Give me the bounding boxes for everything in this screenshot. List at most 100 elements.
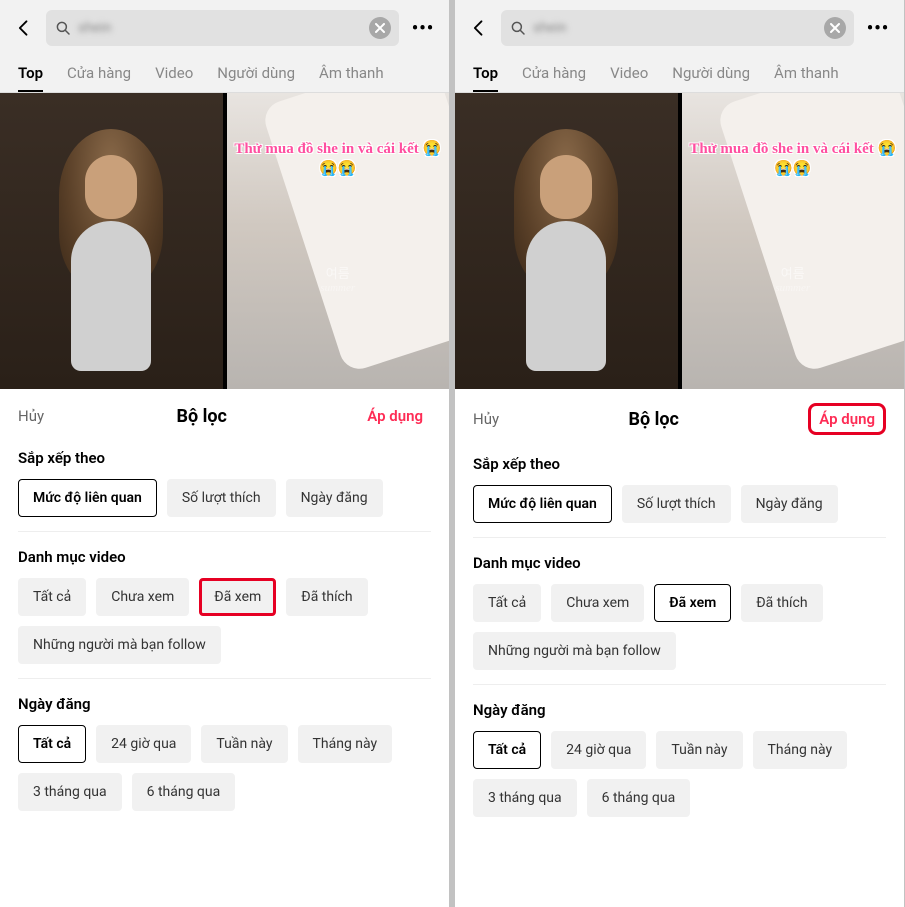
search-text-blurred: shein (533, 20, 818, 36)
tab-top[interactable]: Top (18, 56, 43, 92)
tab-cửa-hàng[interactable]: Cửa hàng (522, 56, 586, 92)
search-input[interactable]: shein (501, 10, 854, 46)
video-thumbnail[interactable] (0, 93, 223, 389)
filter-chip[interactable]: Ngày đăng (286, 479, 383, 517)
filter-bottom-sheet: Hủy Bộ lọc Áp dụng Sắp xếp theo Mức độ li… (0, 389, 449, 907)
tab-video[interactable]: Video (610, 56, 648, 92)
tab-cửa-hàng[interactable]: Cửa hàng (67, 56, 131, 92)
filter-section-title: Sắp xếp theo (473, 455, 886, 473)
filter-chip[interactable]: Đã thích (741, 584, 822, 622)
divider (18, 678, 431, 679)
filter-chip[interactable]: Tất cả (18, 725, 86, 763)
video-results-row: Thử mua đồ she in và cái kết 😭😭😭 여름 summ… (455, 93, 904, 389)
more-icon[interactable]: ••• (409, 18, 437, 39)
filter-chip[interactable]: Những người mà bạn follow (473, 632, 676, 670)
search-tabs: Top Cửa hàng Video Người dùng Âm thanh (0, 52, 449, 93)
person-silhouette (496, 121, 636, 389)
search-tabs: Top Cửa hàng Video Người dùng Âm thanh (455, 52, 904, 93)
filter-chip-group: Tất cả Chưa xem Đã xem Đã thích Những người … (473, 584, 886, 670)
tab-âm-thanh[interactable]: Âm thanh (774, 56, 839, 92)
filter-chip[interactable]: Tất cả (18, 578, 86, 616)
filter-chip[interactable]: Tháng này (298, 725, 393, 763)
tab-người-dùng[interactable]: Người dùng (672, 56, 750, 92)
filter-section-title: Ngày đăng (473, 701, 886, 719)
filter-chip[interactable]: Tất cả (473, 731, 541, 769)
video-thumbnail[interactable] (455, 93, 678, 389)
cancel-button[interactable]: Hủy (473, 410, 499, 428)
filter-chip-group: Mức độ liên quan Số lượt thích Ngày đăng (18, 479, 431, 517)
back-icon[interactable] (467, 16, 491, 40)
filter-chip[interactable]: Đã xem (199, 578, 276, 616)
filter-chip[interactable]: Tất cả (473, 584, 541, 622)
tab-video[interactable]: Video (155, 56, 193, 92)
video-watermark: 여름 summer (682, 263, 905, 294)
video-watermark: 여름 summer (227, 263, 450, 294)
filter-chip[interactable]: Mức độ liên quan (18, 479, 157, 517)
back-icon[interactable] (12, 16, 36, 40)
search-header: shein ••• (0, 0, 449, 52)
filter-chip[interactable]: 6 tháng qua (132, 773, 236, 811)
filter-chip[interactable]: Đã thích (286, 578, 367, 616)
filter-chip[interactable]: 24 giờ qua (551, 731, 646, 769)
video-caption-overlay: Thử mua đồ she in và cái kết 😭😭😭 (227, 139, 450, 180)
cancel-button[interactable]: Hủy (18, 407, 44, 425)
filter-section-title: Danh mục video (473, 554, 886, 572)
apply-button[interactable]: Áp dụng (359, 403, 431, 429)
filter-chip[interactable]: Đã xem (654, 584, 731, 622)
search-header: shein ••• (455, 0, 904, 52)
filter-sheet-title: Bộ lọc (628, 409, 678, 430)
phone-screen: shein ••• Top Cửa hàng Video Người dùng Âm t… (0, 0, 449, 907)
clear-search-icon[interactable] (369, 17, 391, 39)
video-results-row: Thử mua đồ she in và cái kết 😭😭😭 여름 summ… (0, 93, 449, 389)
divider (473, 537, 886, 538)
filter-section-title: Ngày đăng (18, 695, 431, 713)
phone-screen: shein ••• Top Cửa hàng Video Người dùng Âm t… (455, 0, 904, 907)
filter-section-title: Sắp xếp theo (18, 449, 431, 467)
clear-search-icon[interactable] (824, 17, 846, 39)
filter-section: Danh mục video Tất cả Chưa xem Đã xem Đã thí… (0, 538, 449, 672)
filter-chip[interactable]: Tháng này (753, 731, 848, 769)
tab-người-dùng[interactable]: Người dùng (217, 56, 295, 92)
filter-chip-group: Tất cả 24 giờ qua Tuần này Tháng này 3 tháng… (473, 731, 886, 817)
person-silhouette (41, 121, 181, 389)
video-caption-overlay: Thử mua đồ she in và cái kết 😭😭😭 (682, 139, 905, 180)
filter-chip-group: Mức độ liên quan Số lượt thích Ngày đăng (473, 485, 886, 523)
filter-section: Danh mục video Tất cả Chưa xem Đã xem Đã thí… (455, 544, 904, 678)
filter-chip[interactable]: 3 tháng qua (18, 773, 122, 811)
filter-bottom-sheet: Hủy Bộ lọc Áp dụng Sắp xếp theo Mức độ li… (455, 389, 904, 907)
apply-button[interactable]: Áp dụng (808, 403, 886, 435)
filter-section: Sắp xếp theo Mức độ liên quan Số lượt thíc… (455, 445, 904, 531)
filter-chip[interactable]: Chưa xem (551, 584, 644, 622)
filter-section: Ngày đăng Tất cả 24 giờ qua Tuần này Tháng n… (455, 691, 904, 825)
filter-section: Sắp xếp theo Mức độ liên quan Số lượt thíc… (0, 439, 449, 525)
filter-chip[interactable]: Những người mà bạn follow (18, 626, 221, 664)
filter-chip[interactable]: Số lượt thích (167, 479, 276, 517)
filter-section-title: Danh mục video (18, 548, 431, 566)
filter-chip-group: Tất cả 24 giờ qua Tuần này Tháng này 3 tháng… (18, 725, 431, 811)
divider (473, 684, 886, 685)
search-icon (509, 19, 527, 37)
filter-chip[interactable]: Chưa xem (96, 578, 189, 616)
filter-chip[interactable]: Ngày đăng (741, 485, 838, 523)
tab-âm-thanh[interactable]: Âm thanh (319, 56, 384, 92)
filter-chip[interactable]: 6 tháng qua (587, 779, 691, 817)
filter-sheet-header: Hủy Bộ lọc Áp dụng (455, 389, 904, 445)
filter-chip[interactable]: Mức độ liên quan (473, 485, 612, 523)
tab-top[interactable]: Top (473, 56, 498, 92)
search-text-blurred: shein (78, 20, 363, 36)
filter-chip[interactable]: 3 tháng qua (473, 779, 577, 817)
filter-chip[interactable]: 24 giờ qua (96, 725, 191, 763)
more-icon[interactable]: ••• (864, 18, 892, 39)
filter-chip-group: Tất cả Chưa xem Đã xem Đã thích Những người … (18, 578, 431, 664)
filter-chip[interactable]: Tuần này (201, 725, 287, 763)
video-thumbnail[interactable]: Thử mua đồ she in và cái kết 😭😭😭 여름 summ… (227, 93, 450, 389)
filter-chip[interactable]: Số lượt thích (622, 485, 731, 523)
filter-sheet-header: Hủy Bộ lọc Áp dụng (0, 389, 449, 439)
video-thumbnail[interactable]: Thử mua đồ she in và cái kết 😭😭😭 여름 summ… (682, 93, 905, 389)
search-input[interactable]: shein (46, 10, 399, 46)
filter-section: Ngày đăng Tất cả 24 giờ qua Tuần này Tháng n… (0, 685, 449, 819)
divider (18, 531, 431, 532)
filter-sheet-title: Bộ lọc (176, 406, 226, 427)
search-icon (54, 19, 72, 37)
filter-chip[interactable]: Tuần này (656, 731, 742, 769)
